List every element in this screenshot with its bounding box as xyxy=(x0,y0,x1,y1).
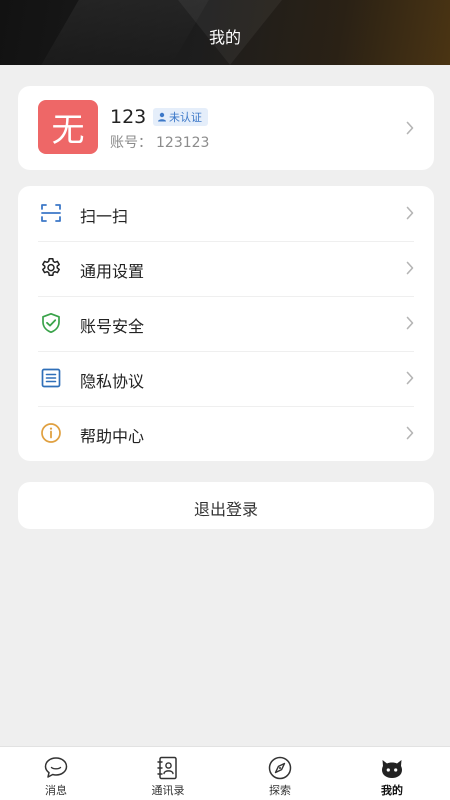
chat-bubble-icon xyxy=(44,757,68,778)
bottom-tab-bar: 消息 通讯录 探索 我的 xyxy=(0,746,450,800)
username: 123 xyxy=(110,106,147,128)
tab-contacts[interactable]: 通讯录 xyxy=(112,747,224,800)
info-icon xyxy=(41,423,61,443)
tab-label: 探索 xyxy=(269,784,291,797)
tab-messages[interactable]: 消息 xyxy=(0,747,112,800)
cat-face-icon xyxy=(382,760,402,778)
person-icon xyxy=(158,112,166,122)
menu-item-label: 账号安全 xyxy=(80,317,145,336)
verification-badge: 未认证 xyxy=(153,108,208,126)
contacts-book-icon xyxy=(157,756,177,780)
tab-label: 我的 xyxy=(381,784,403,797)
menu-item-scan[interactable]: 扫一扫 xyxy=(18,186,434,241)
settings-menu: 扫一扫 通用设置 账号安全 隐私协议 帮助中心 xyxy=(18,186,434,461)
logout-button[interactable]: 退出登录 xyxy=(18,482,434,529)
gear-icon xyxy=(42,258,60,276)
top-header: 我的 xyxy=(0,0,450,65)
page-title: 我的 xyxy=(208,28,241,47)
menu-item-general-settings[interactable]: 通用设置 xyxy=(18,241,434,296)
compass-icon xyxy=(268,756,292,780)
account-label: 账号： xyxy=(110,135,152,151)
account-value: 123123 xyxy=(156,135,210,151)
profile-card[interactable]: 无 123 未认证 账号： 123123 xyxy=(18,86,434,170)
avatar: 无 xyxy=(38,100,98,154)
chevron-right-icon xyxy=(406,371,414,385)
chevron-right-icon xyxy=(406,316,414,330)
chevron-right-icon xyxy=(406,206,414,220)
chevron-right-icon xyxy=(406,121,414,135)
menu-item-label: 帮助中心 xyxy=(80,427,145,446)
account-number: 账号： 123123 xyxy=(110,132,209,152)
document-icon xyxy=(41,368,61,388)
tab-me[interactable]: 我的 xyxy=(336,747,448,800)
scan-icon xyxy=(41,204,61,222)
menu-item-help-center[interactable]: 帮助中心 xyxy=(18,406,434,461)
tab-label: 消息 xyxy=(45,784,67,797)
menu-item-label: 隐私协议 xyxy=(80,372,145,391)
menu-item-account-security[interactable]: 账号安全 xyxy=(18,296,434,351)
logout-label: 退出登录 xyxy=(193,500,258,519)
menu-item-label: 通用设置 xyxy=(80,262,145,281)
tab-label: 通讯录 xyxy=(151,784,185,797)
menu-item-label: 扫一扫 xyxy=(80,207,129,226)
chevron-right-icon xyxy=(406,261,414,275)
menu-item-privacy-policy[interactable]: 隐私协议 xyxy=(18,351,434,406)
shield-check-icon xyxy=(42,312,60,334)
chevron-right-icon xyxy=(406,426,414,440)
tab-explore[interactable]: 探索 xyxy=(224,747,336,800)
verification-badge-label: 未认证 xyxy=(169,111,202,124)
